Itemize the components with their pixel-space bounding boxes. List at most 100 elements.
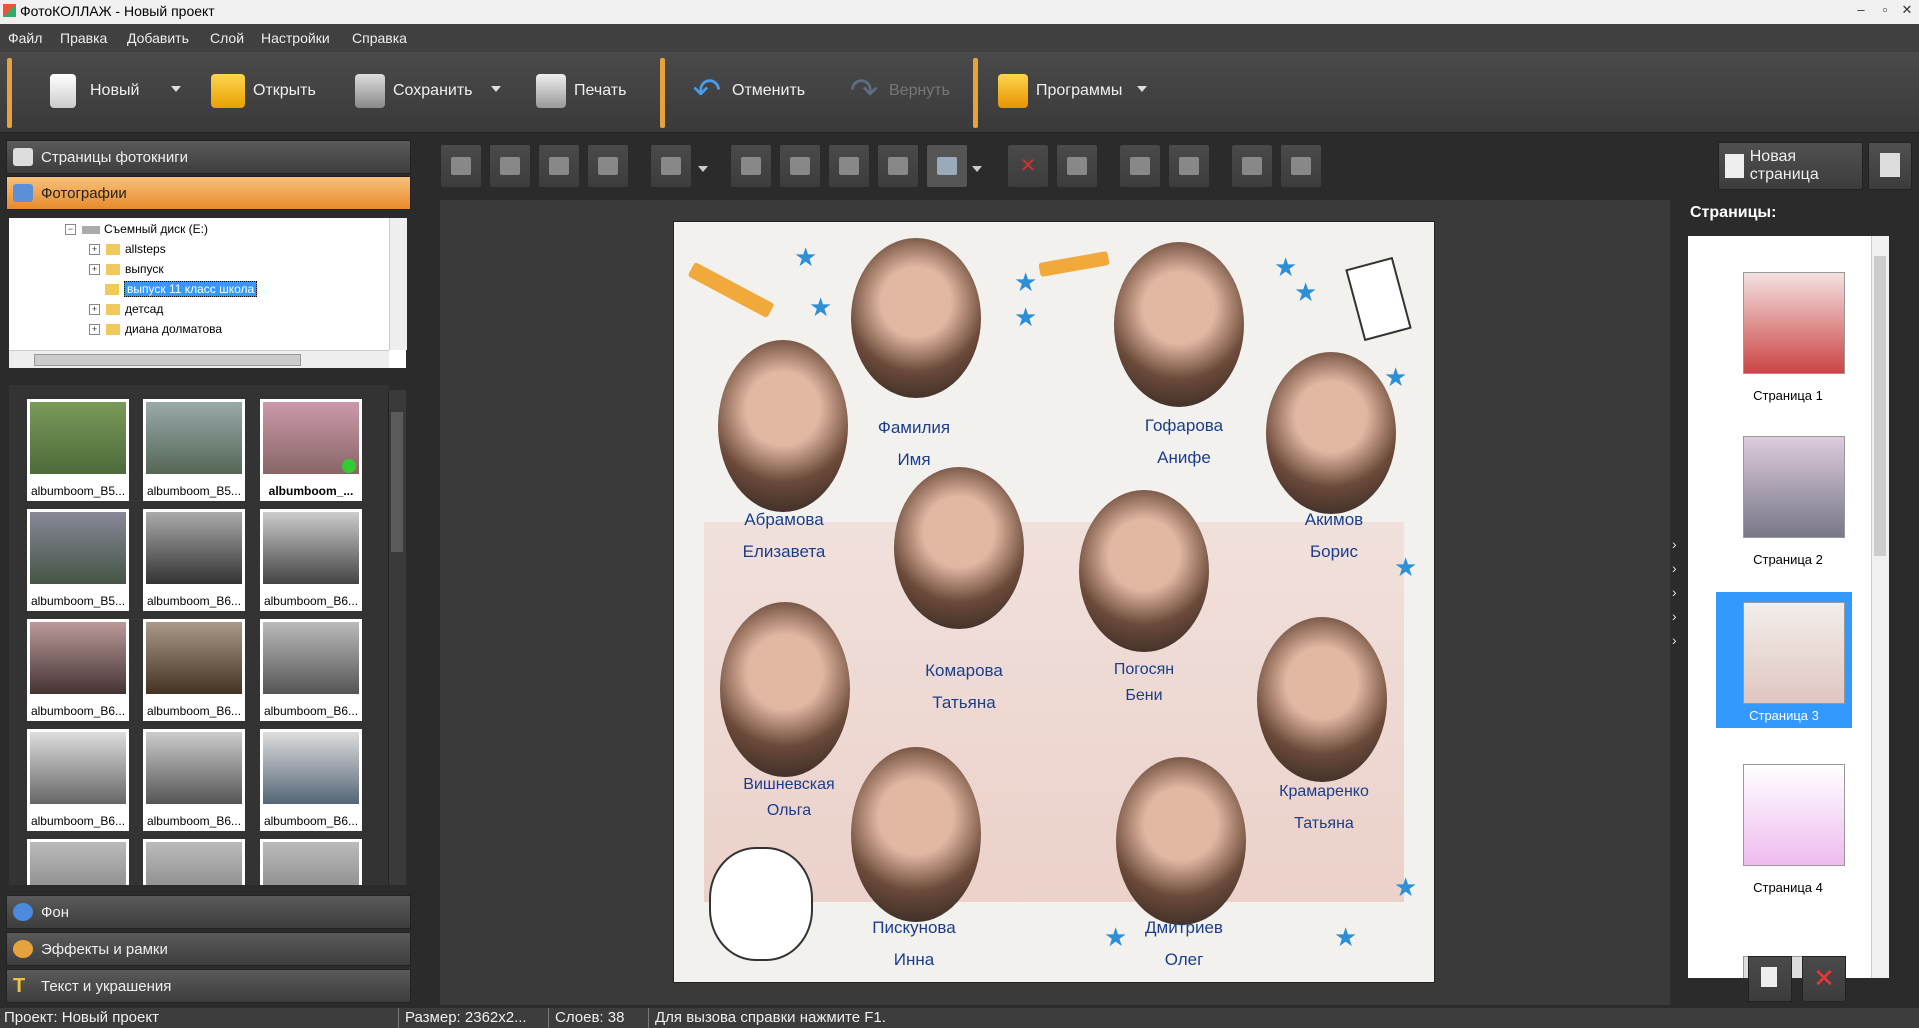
- rotate-right-button[interactable]: [779, 144, 821, 188]
- photo-thumbnail[interactable]: albumboom_B6...: [27, 619, 129, 721]
- clear-button[interactable]: [1168, 144, 1210, 188]
- thumbnail-caption: albumboom_B5...: [30, 484, 126, 498]
- thumbnail-scrollbar[interactable]: [388, 390, 406, 885]
- menu-layer[interactable]: Слой: [210, 30, 244, 46]
- expand-icon[interactable]: +: [89, 244, 100, 256]
- rotate-left-button[interactable]: [730, 144, 772, 188]
- tree-horizontal-scrollbar[interactable]: [9, 350, 389, 368]
- duplicate-page-button[interactable]: [1748, 956, 1792, 1002]
- photo-thumbnail-selected[interactable]: albumboom_...: [260, 399, 362, 501]
- layout-button[interactable]: [926, 144, 968, 188]
- photo-thumbnail[interactable]: albumboom_B6...: [260, 729, 362, 831]
- first-name-text: Имя: [897, 450, 931, 469]
- pages-scrollbar[interactable]: [1871, 236, 1889, 978]
- pages-scroll-thumb[interactable]: [1874, 256, 1886, 556]
- portrait-photo[interactable]: [1114, 242, 1244, 407]
- lock-button[interactable]: [1280, 144, 1322, 188]
- photo-thumbnail[interactable]: [27, 839, 129, 885]
- menu-help[interactable]: Справка: [352, 30, 407, 46]
- panel-photobook-pages[interactable]: Страницы фотокниги: [6, 140, 411, 174]
- tree-item[interactable]: + детсад: [89, 300, 163, 318]
- menu-settings[interactable]: Настройки: [261, 30, 330, 46]
- delete-button[interactable]: ✕: [1007, 144, 1049, 188]
- star-icon: ★: [1014, 267, 1038, 297]
- tree-scroll-thumb[interactable]: [34, 354, 301, 366]
- portrait-photo[interactable]: [1079, 490, 1209, 652]
- print-button[interactable]: Печать: [536, 66, 626, 116]
- photo-thumbnail[interactable]: albumboom_B6...: [143, 509, 245, 611]
- photo-thumbnail[interactable]: [143, 839, 245, 885]
- collapse-icon[interactable]: −: [65, 224, 76, 236]
- menu-file[interactable]: Файл: [8, 30, 42, 46]
- collage-page[interactable]: ★ ★ ★ ★ ★ ★ ★ ★ ★ ★ ★ ★ ФамилияИмя Гофар…: [673, 221, 1435, 983]
- panel-effects[interactable]: Эффекты и рамки: [6, 932, 411, 966]
- photo-thumbnail[interactable]: albumboom_B6...: [260, 619, 362, 721]
- expand-icon[interactable]: +: [89, 304, 100, 316]
- properties-button[interactable]: [1231, 144, 1273, 188]
- effects-tool-button[interactable]: [1119, 144, 1161, 188]
- portrait-photo[interactable]: [851, 747, 981, 922]
- photo-thumbnail[interactable]: albumboom_B6...: [143, 619, 245, 721]
- bring-forward-button[interactable]: [489, 144, 531, 188]
- portrait-photo[interactable]: [1257, 617, 1387, 782]
- send-backward-button[interactable]: [538, 144, 580, 188]
- flip-vertical-button[interactable]: [877, 144, 919, 188]
- delete-page-button[interactable]: ✕: [1802, 956, 1846, 1002]
- panel-text[interactable]: T Текст и украшения: [6, 969, 411, 1003]
- menu-edit[interactable]: Правка: [60, 30, 107, 46]
- send-to-back-button[interactable]: [587, 144, 629, 188]
- panel-photos[interactable]: Фотографии: [6, 176, 411, 210]
- align-dropdown-arrow[interactable]: [698, 166, 708, 172]
- photo-thumbnail[interactable]: albumboom_B6...: [143, 729, 245, 831]
- portrait-photo[interactable]: [718, 340, 848, 512]
- new-dropdown-arrow[interactable]: [171, 86, 181, 92]
- tree-vertical-scrollbar[interactable]: [389, 218, 407, 350]
- photo-thumbnail[interactable]: albumboom_B6...: [260, 509, 362, 611]
- photo-thumbnail[interactable]: albumboom_B5...: [27, 509, 129, 611]
- portrait-photo[interactable]: [720, 602, 850, 777]
- page-item[interactable]: Страница 2: [1688, 436, 1888, 586]
- portrait-photo[interactable]: [1266, 352, 1396, 514]
- panel-collapse-arrows[interactable]: › › › › ›: [1672, 532, 1677, 652]
- photo-preview: [146, 622, 242, 694]
- tree-item-selected[interactable]: выпуск 11 класс школа: [105, 280, 258, 298]
- expand-icon[interactable]: +: [89, 324, 100, 336]
- layout-dropdown-arrow[interactable]: [972, 166, 982, 172]
- programs-button[interactable]: Программы: [998, 66, 1122, 116]
- page-label: Страница 2: [1753, 552, 1823, 567]
- crop-button[interactable]: [1056, 144, 1098, 188]
- page-item[interactable]: Страница 1: [1688, 272, 1888, 422]
- gift-box-icon: [998, 74, 1028, 108]
- page-item-selected[interactable]: Страница 3: [1716, 592, 1852, 728]
- page-item[interactable]: Страница 4: [1688, 764, 1888, 914]
- panel-background[interactable]: Фон: [6, 895, 411, 929]
- undo-button[interactable]: ↶ Отменить: [690, 66, 805, 116]
- minimize-button[interactable]: –: [1849, 0, 1873, 22]
- portrait-photo[interactable]: [1116, 757, 1246, 925]
- portrait-photo[interactable]: [894, 467, 1024, 629]
- new-button[interactable]: Новый: [50, 66, 139, 116]
- expand-icon[interactable]: +: [89, 264, 100, 276]
- menu-add[interactable]: Добавить: [127, 30, 189, 46]
- flip-horizontal-button[interactable]: [828, 144, 870, 188]
- restore-button[interactable]: ▫: [1873, 0, 1897, 22]
- redo-button[interactable]: ↷ Вернуть: [847, 66, 950, 116]
- open-button[interactable]: Открыть: [211, 66, 316, 116]
- tree-drive[interactable]: − Съемный диск (E:): [65, 220, 208, 238]
- tree-item[interactable]: + allsteps: [89, 240, 166, 258]
- photo-thumbnail[interactable]: [260, 839, 362, 885]
- portrait-photo[interactable]: [851, 238, 981, 398]
- bring-to-front-button[interactable]: [440, 144, 482, 188]
- toolbar-separator: [973, 58, 978, 128]
- tree-item[interactable]: + диана долматова: [89, 320, 222, 338]
- close-button[interactable]: ✕: [1895, 0, 1919, 22]
- align-button[interactable]: [650, 144, 692, 188]
- save-dropdown-arrow[interactable]: [491, 86, 501, 92]
- photo-thumbnail[interactable]: albumboom_B5...: [143, 399, 245, 501]
- tree-item[interactable]: + выпуск: [89, 260, 164, 278]
- thumbnail-scroll-thumb[interactable]: [391, 412, 403, 552]
- programs-dropdown-arrow[interactable]: [1137, 86, 1147, 92]
- save-button[interactable]: Сохранить: [355, 66, 473, 116]
- photo-thumbnail[interactable]: albumboom_B6...: [27, 729, 129, 831]
- photo-thumbnail[interactable]: albumboom_B5...: [27, 399, 129, 501]
